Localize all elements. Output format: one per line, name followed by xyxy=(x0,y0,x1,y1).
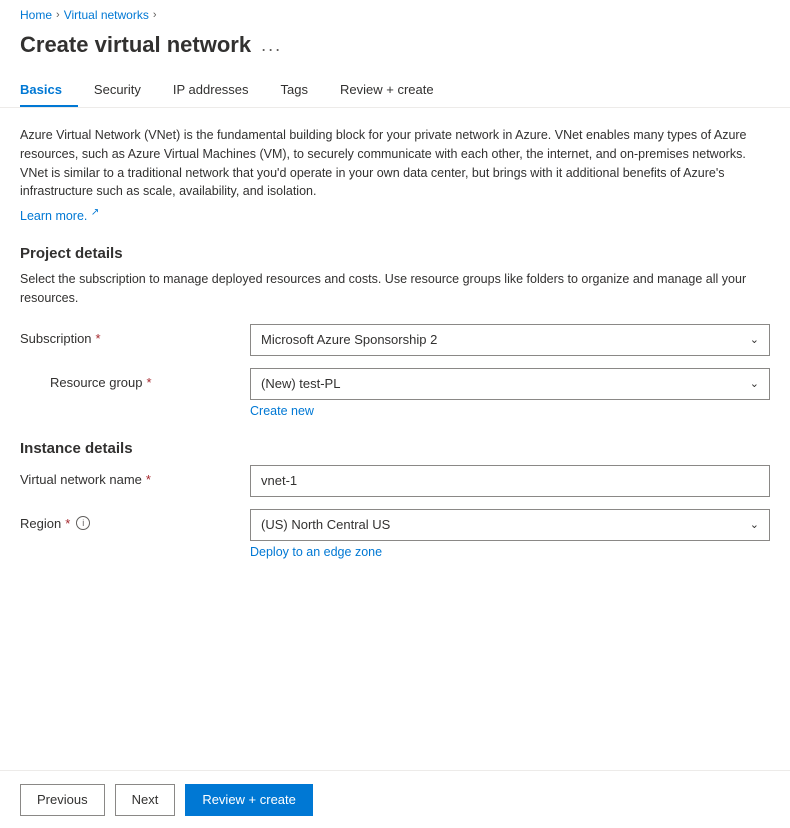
breadcrumb-virtual-networks[interactable]: Virtual networks xyxy=(64,8,149,22)
instance-details-title: Instance details xyxy=(20,440,770,457)
breadcrumb-sep-2: › xyxy=(153,9,157,21)
vnet-name-control xyxy=(250,465,770,497)
project-details-desc: Select the subscription to manage deploy… xyxy=(20,270,770,308)
page-title: Create virtual network xyxy=(20,32,251,58)
vnet-name-input[interactable] xyxy=(250,465,770,497)
content-area: Azure Virtual Network (VNet) is the fund… xyxy=(0,108,790,651)
subscription-row: Subscription * Microsoft Azure Sponsorsh… xyxy=(20,324,770,356)
region-value: (US) North Central US xyxy=(261,517,390,532)
create-new-link[interactable]: Create new xyxy=(250,404,314,418)
tab-tags[interactable]: Tags xyxy=(265,74,324,107)
bottom-bar: Previous Next Review + create xyxy=(0,770,790,828)
project-details-section: Project details Select the subscription … xyxy=(20,245,770,418)
breadcrumb: Home › Virtual networks › xyxy=(0,0,790,28)
region-label: Region * i xyxy=(20,509,250,531)
tab-basics[interactable]: Basics xyxy=(20,74,78,107)
project-details-title: Project details xyxy=(20,245,770,262)
review-create-button[interactable]: Review + create xyxy=(185,784,313,816)
subscription-chevron-icon: ⌄ xyxy=(750,333,759,346)
region-chevron-icon: ⌄ xyxy=(750,518,759,531)
resource-group-select[interactable]: (New) test-PL ⌄ xyxy=(250,368,770,400)
next-button[interactable]: Next xyxy=(115,784,176,816)
resource-group-required: * xyxy=(147,375,152,390)
resource-group-chevron-icon: ⌄ xyxy=(750,377,759,390)
external-link-icon: ↗ xyxy=(91,207,99,218)
breadcrumb-home[interactable]: Home xyxy=(20,8,52,22)
tab-ip-addresses[interactable]: IP addresses xyxy=(157,74,265,107)
breadcrumb-sep-1: › xyxy=(56,9,60,21)
subscription-label: Subscription * xyxy=(20,324,250,346)
description-text: Azure Virtual Network (VNet) is the fund… xyxy=(20,126,770,201)
resource-group-label: Resource group * xyxy=(20,368,250,390)
subscription-required: * xyxy=(96,331,101,346)
region-control: (US) North Central US ⌄ Deploy to an edg… xyxy=(250,509,770,559)
region-select[interactable]: (US) North Central US ⌄ xyxy=(250,509,770,541)
resource-group-value: (New) test-PL xyxy=(261,376,340,391)
tab-review-create[interactable]: Review + create xyxy=(324,74,450,107)
subscription-control: Microsoft Azure Sponsorship 2 ⌄ xyxy=(250,324,770,356)
region-row: Region * i (US) North Central US ⌄ Deplo… xyxy=(20,509,770,559)
resource-group-control: (New) test-PL ⌄ Create new xyxy=(250,368,770,418)
subscription-value: Microsoft Azure Sponsorship 2 xyxy=(261,332,437,347)
instance-details-section: Instance details Virtual network name * … xyxy=(20,440,770,559)
resource-group-row: Resource group * (New) test-PL ⌄ Create … xyxy=(20,368,770,418)
region-required: * xyxy=(65,516,70,531)
vnet-name-label: Virtual network name * xyxy=(20,465,250,487)
tab-security[interactable]: Security xyxy=(78,74,157,107)
region-info-icon[interactable]: i xyxy=(76,516,90,530)
tabs-row: Basics Security IP addresses Tags Review… xyxy=(0,74,790,108)
page-title-row: Create virtual network ... xyxy=(0,28,790,74)
vnet-name-required: * xyxy=(146,472,151,487)
page-menu-icon[interactable]: ... xyxy=(261,35,282,56)
deploy-edge-zone-link[interactable]: Deploy to an edge zone xyxy=(250,545,382,559)
learn-more-link[interactable]: Learn more. ↗ xyxy=(20,209,99,223)
vnet-name-row: Virtual network name * xyxy=(20,465,770,497)
subscription-select[interactable]: Microsoft Azure Sponsorship 2 ⌄ xyxy=(250,324,770,356)
previous-button[interactable]: Previous xyxy=(20,784,105,816)
